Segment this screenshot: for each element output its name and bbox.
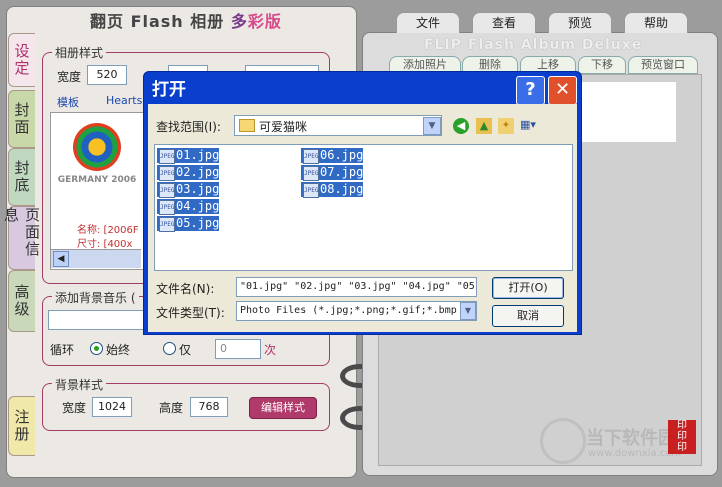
- tab-register[interactable]: 注册: [8, 396, 35, 456]
- filename-input[interactable]: "01.jpg" "02.jpg" "03.jpg" "04.jpg" "05: [236, 277, 477, 297]
- new-folder-icon[interactable]: ✦: [498, 118, 514, 134]
- world-cup-logo: [73, 123, 121, 171]
- template-size: 尺寸: [400x: [77, 239, 133, 250]
- jpeg-file-icon: JPEG: [303, 183, 319, 198]
- file-item[interactable]: JPEG 05.jpg: [157, 216, 220, 232]
- menu-preview[interactable]: 预览: [548, 12, 612, 33]
- jpeg-file-icon: JPEG: [159, 200, 175, 215]
- app-subtitle: FLIP Flash Album Deluxe: [424, 37, 643, 53]
- jpeg-file-icon: JPEG: [159, 183, 175, 198]
- bg-height-label: 高度: [159, 401, 184, 415]
- tab-advanced[interactable]: 高级: [8, 270, 35, 332]
- chevron-down-icon[interactable]: ▼: [423, 117, 441, 135]
- file-item[interactable]: JPEG 02.jpg: [157, 165, 220, 181]
- bg-width-input[interactable]: 1024: [92, 397, 132, 417]
- seal-stamp-icon: 印印印: [668, 420, 696, 454]
- file-item[interactable]: JPEG 06.jpg: [301, 148, 364, 164]
- album-width-input[interactable]: 520: [87, 65, 127, 85]
- loop-always-label: 始终: [106, 343, 131, 357]
- jpeg-file-icon: JPEG: [303, 149, 319, 164]
- cancel-button[interactable]: 取消: [492, 305, 564, 327]
- scroll-left-icon[interactable]: ◀: [53, 251, 69, 267]
- template-value: Hearts: [106, 94, 143, 107]
- jpeg-file-icon: JPEG: [303, 166, 319, 181]
- lookin-label: 查找范围(I):: [156, 120, 221, 134]
- open-button[interactable]: 打开(O): [492, 277, 564, 299]
- watermark-text: 当下软件园: [586, 428, 676, 449]
- menu-view[interactable]: 查看: [472, 12, 536, 33]
- tab-settings[interactable]: 设定: [8, 33, 35, 87]
- dialog-body: 查找范围(I): 可爱猫咪 ▼ ◀ ▲ ✦ ▦▾ JPEG 01.jpg JPEG…: [148, 104, 577, 332]
- preview-window-button[interactable]: 预览窗口: [628, 56, 698, 74]
- menu-help[interactable]: 帮助: [624, 12, 688, 33]
- loop-label: 循环: [50, 343, 75, 357]
- template-name: 名称: [2006F: [77, 225, 139, 236]
- file-item[interactable]: JPEG 04.jpg: [157, 199, 220, 215]
- view-menu-icon[interactable]: ▦▾: [520, 118, 544, 134]
- dialog-title: 打开: [152, 80, 186, 100]
- template-label: 模板: [57, 96, 79, 109]
- album-width-label: 宽度: [57, 70, 82, 84]
- back-icon[interactable]: ◀: [453, 118, 469, 134]
- tab-back-cover[interactable]: 封底: [8, 148, 35, 206]
- times-label: 次: [264, 343, 277, 357]
- tab-cover[interactable]: 封面: [8, 90, 35, 148]
- loop-only-radio[interactable]: [163, 342, 176, 355]
- file-item[interactable]: JPEG 01.jpg: [157, 148, 220, 164]
- world-cup-caption: GERMANY 2006: [57, 175, 137, 185]
- jpeg-file-icon: JPEG: [159, 217, 175, 232]
- app-title: 翻页 Flash 相册 多彩版: [90, 12, 282, 31]
- filetype-select[interactable]: Photo Files (*.jpg;*.png;*.gif;*.bmp: [236, 301, 477, 321]
- bg-width-label: 宽度: [62, 401, 87, 415]
- open-file-dialog: 打开 ? ✕ 查找范围(I): 可爱猫咪 ▼ ◀ ▲ ✦ ▦▾ JPEG 01.j…: [143, 71, 582, 335]
- chevron-down-icon[interactable]: ▼: [460, 302, 476, 320]
- close-button[interactable]: ✕: [548, 76, 577, 105]
- lookin-value: 可爱猫咪: [259, 120, 308, 134]
- filename-label: 文件名(N):: [156, 282, 215, 296]
- file-list[interactable]: JPEG 01.jpg JPEG 02.jpg JPEG 03.jpg JPEG 04.…: [154, 144, 573, 271]
- folder-icon: [239, 119, 255, 132]
- help-button[interactable]: ?: [516, 76, 545, 105]
- album-style-legend: 相册样式: [52, 44, 107, 61]
- file-item[interactable]: JPEG 08.jpg: [301, 182, 364, 198]
- jpeg-file-icon: JPEG: [159, 149, 175, 164]
- file-item[interactable]: JPEG 07.jpg: [301, 165, 364, 181]
- up-folder-icon[interactable]: ▲: [476, 118, 492, 134]
- loop-always-radio[interactable]: [90, 342, 103, 355]
- template-preview: GERMANY 2006 名称: [2006F 尺寸: [400x ◀: [50, 112, 144, 270]
- music-legend: 添加背景音乐 (: [52, 289, 139, 306]
- photo-preview-box: [580, 82, 676, 142]
- filetype-label: 文件类型(T):: [156, 306, 225, 320]
- jpeg-file-icon: JPEG: [159, 166, 175, 181]
- watermark-logo-icon: [540, 418, 586, 464]
- menu-file[interactable]: 文件: [396, 12, 460, 33]
- loop-count-spinner[interactable]: 0: [215, 339, 261, 359]
- lookin-dropdown[interactable]: 可爱猫咪 ▼: [234, 115, 442, 136]
- move-down-button[interactable]: 下移: [578, 56, 626, 74]
- bg-height-input[interactable]: 768: [190, 397, 228, 417]
- edit-style-button[interactable]: 编辑样式: [249, 397, 317, 419]
- file-item[interactable]: JPEG 03.jpg: [157, 182, 220, 198]
- loop-only-label: 仅: [179, 343, 192, 357]
- background-legend: 背景样式: [52, 376, 107, 393]
- tab-page-info[interactable]: 页面信息: [2, 206, 41, 270]
